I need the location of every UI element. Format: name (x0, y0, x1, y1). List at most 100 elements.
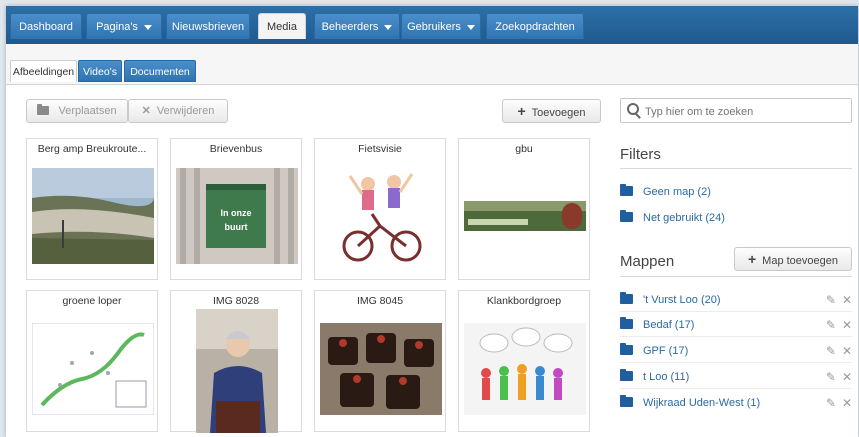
divider (620, 388, 852, 389)
tab-media[interactable]: Media (258, 13, 306, 39)
folders-heading: Mappen (620, 253, 675, 270)
move-button[interactable]: Verplaatsen (26, 99, 128, 123)
image-thumbnail (464, 323, 586, 415)
tab-label: Gebruikers (407, 21, 461, 33)
pencil-icon[interactable]: ✎ (826, 293, 836, 307)
divider (620, 168, 852, 169)
chevron-down-icon (466, 24, 475, 30)
pencil-icon[interactable]: ✎ (826, 318, 836, 332)
tab-afbeeldingen[interactable]: Afbeeldingen (10, 60, 77, 82)
folder-label: Wijkraad Uden-West (1) (643, 397, 761, 409)
image-title: Berg amp Breukroute... (37, 143, 147, 155)
image-thumbnail (32, 168, 154, 264)
search-input[interactable] (643, 102, 847, 121)
delete-button[interactable]: ✕ Verwijderen (128, 99, 228, 123)
divider (620, 362, 852, 363)
media-subnav: Afbeeldingen Video's Documenten (6, 44, 858, 85)
filter-label: Geen map (2) (643, 186, 711, 198)
image-card[interactable]: Brievenbus In onze buurt (170, 138, 302, 280)
image-card[interactable]: Berg amp Breukroute... (26, 138, 158, 280)
image-thumbnail (320, 168, 442, 264)
folder-item[interactable]: 't Vurst Loo (20) ✎ ✕ (620, 290, 852, 310)
close-icon: ✕ (141, 105, 151, 117)
folder-item[interactable]: Wijkraad Uden-West (1) ✎ ✕ (620, 393, 852, 413)
add-folder-button[interactable]: + Map toevoegen (734, 247, 852, 271)
tab-beheerders[interactable]: Beheerders (314, 13, 400, 39)
tab-gebruikers[interactable]: Gebruikers (401, 13, 481, 39)
tab-label: Zoekopdrachten (495, 21, 575, 33)
image-card[interactable]: gbu (458, 138, 590, 280)
image-title: Fietsvisie (358, 143, 402, 155)
tab-label: Video's (83, 66, 117, 78)
tab-paginas[interactable]: Pagina's (86, 13, 162, 39)
sign-text: In onze (220, 208, 252, 218)
folder-icon (620, 292, 633, 304)
image-title: Brievenbus (209, 143, 263, 155)
folder-icon (620, 369, 633, 381)
pencil-icon[interactable]: ✎ (826, 370, 836, 384)
folder-label: Bedaf (17) (643, 319, 695, 331)
delete-label: Verwijderen (156, 105, 215, 117)
tab-label: Media (267, 21, 297, 33)
folder-icon (620, 210, 633, 222)
folder-item[interactable]: GPF (17) ✎ ✕ (620, 341, 852, 361)
tab-label: Documenten (130, 66, 190, 78)
tab-zoekopdrachten[interactable]: Zoekopdrachten (486, 13, 584, 39)
chevron-down-icon (143, 24, 152, 30)
sign-text: buurt (224, 222, 248, 232)
image-card[interactable]: IMG 8028 (170, 290, 302, 433)
folder-label: GPF (17) (643, 345, 689, 357)
divider (620, 311, 852, 312)
tab-label: Beheerders (321, 21, 379, 33)
image-thumbnail (196, 309, 278, 433)
tab-nieuwsbrieven[interactable]: Nieuwsbrieven (166, 13, 250, 39)
image-title: Klankbordgroep (486, 295, 562, 307)
folder-icon (37, 104, 50, 115)
image-thumbnail: In onze buurt (176, 168, 298, 264)
pencil-icon[interactable]: ✎ (826, 344, 836, 358)
search-icon (627, 103, 639, 115)
add-button[interactable]: + Toevoegen (502, 99, 601, 123)
folder-item[interactable]: t Loo (11) ✎ ✕ (620, 367, 852, 387)
tab-label: Afbeeldingen (12, 66, 75, 78)
image-card[interactable]: IMG 8045 (314, 290, 446, 432)
search-box[interactable] (620, 98, 852, 123)
folder-label: t Loo (11) (643, 371, 690, 383)
chevron-down-icon (384, 24, 393, 30)
tab-documenten[interactable]: Documenten (124, 60, 196, 82)
pencil-icon[interactable]: ✎ (826, 396, 836, 410)
close-icon[interactable]: ✕ (842, 396, 852, 410)
tab-label: Pagina's (96, 21, 138, 33)
folder-item[interactable]: Bedaf (17) ✎ ✕ (620, 315, 852, 335)
close-icon[interactable]: ✕ (842, 370, 852, 384)
filters-heading: Filters (620, 146, 661, 163)
image-title: groene loper (62, 295, 122, 307)
tab-label: Nieuwsbrieven (171, 21, 245, 33)
tab-videos[interactable]: Video's (78, 60, 122, 82)
filter-item[interactable]: Net gebruikt (24) (620, 208, 852, 228)
plus-icon: + (517, 103, 526, 119)
close-icon[interactable]: ✕ (842, 344, 852, 358)
folder-open-icon (620, 343, 633, 355)
image-thumbnail (32, 323, 154, 415)
image-card[interactable]: Klankbordgroep (458, 290, 590, 432)
move-label: Verplaatsen (58, 105, 117, 117)
close-icon[interactable]: ✕ (842, 293, 852, 307)
image-card[interactable]: groene loper (26, 290, 158, 432)
filter-item[interactable]: Geen map (2) (620, 182, 852, 202)
add-label: Toevoegen (531, 107, 586, 119)
app-window: Dashboard Pagina's Nieuwsbrieven Media B… (6, 6, 858, 437)
add-folder-label: Map toevoegen (762, 255, 839, 267)
divider (620, 336, 852, 337)
close-icon[interactable]: ✕ (842, 318, 852, 332)
image-thumbnail (464, 201, 586, 231)
folder-icon (620, 317, 633, 329)
tab-dashboard[interactable]: Dashboard (10, 13, 82, 39)
filter-label: Net gebruikt (24) (643, 212, 725, 224)
image-title: IMG 8028 (212, 295, 260, 307)
image-card[interactable]: Fietsvisie (314, 138, 446, 280)
divider (620, 276, 852, 277)
folder-icon (620, 184, 633, 196)
main-nav: Dashboard Pagina's Nieuwsbrieven Media B… (6, 6, 858, 45)
tab-label: Dashboard (19, 21, 73, 33)
